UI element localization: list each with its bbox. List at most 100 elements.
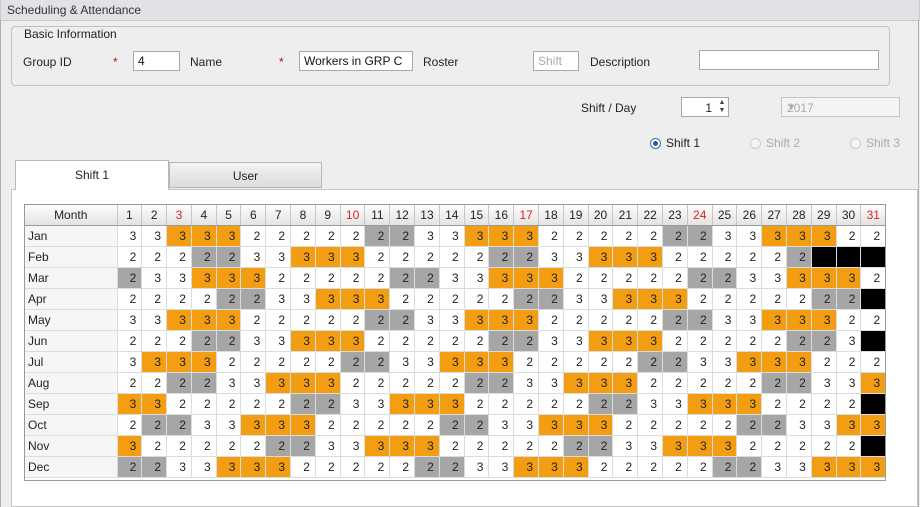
day-cell[interactable]: 3 [513, 456, 540, 478]
day-cell[interactable]: 2 [563, 225, 589, 247]
day-cell[interactable]: 3 [538, 414, 564, 436]
day-cell[interactable]: 3 [538, 267, 564, 289]
day-cell[interactable]: 3 [761, 456, 788, 478]
day-cell[interactable]: 3 [637, 330, 664, 352]
day-cell[interactable]: 2 [141, 288, 168, 310]
day-cell[interactable]: 2 [811, 330, 837, 352]
day-cell[interactable]: 3 [464, 225, 490, 247]
shift-per-day-stepper[interactable]: 1 ▲ ▼ [681, 97, 729, 117]
day-cell[interactable]: 3 [439, 393, 465, 415]
day-cell[interactable]: 2 [662, 456, 688, 478]
day-cell[interactable]: 2 [811, 393, 837, 415]
day-column-header[interactable]: 2 [141, 205, 168, 226]
day-cell[interactable]: 3 [290, 330, 316, 352]
day-cell[interactable]: 2 [786, 330, 812, 352]
day-cell[interactable]: 3 [513, 309, 540, 331]
day-cell[interactable]: 3 [612, 372, 639, 394]
day-cell[interactable]: 2 [464, 393, 490, 415]
day-cell[interactable]: 3 [414, 435, 440, 457]
day-cell[interactable]: 2 [315, 456, 341, 478]
day-cell[interactable]: 3 [488, 456, 515, 478]
day-cell[interactable]: 3 [265, 414, 292, 436]
day-cell[interactable]: 2 [538, 288, 564, 310]
day-cell[interactable]: 3 [811, 267, 837, 289]
day-cell[interactable]: 3 [141, 225, 168, 247]
day-cell[interactable]: 3 [811, 414, 837, 436]
day-cell[interactable]: 2 [265, 351, 292, 373]
day-cell[interactable]: 3 [761, 225, 788, 247]
day-cell[interactable]: 2 [860, 267, 885, 289]
day-cell[interactable]: 2 [588, 393, 614, 415]
day-cell[interactable]: 3 [588, 414, 614, 436]
day-cell[interactable]: 3 [191, 267, 217, 289]
day-cell[interactable]: 2 [141, 435, 168, 457]
day-cell[interactable]: 2 [290, 456, 316, 478]
day-column-header[interactable]: 23 [662, 205, 688, 226]
day-cell[interactable]: 3 [488, 309, 515, 331]
day-cell[interactable]: 2 [836, 351, 862, 373]
day-cell[interactable]: 3 [290, 246, 316, 268]
day-cell[interactable]: 2 [712, 372, 738, 394]
day-cell[interactable]: 2 [191, 330, 217, 352]
day-cell[interactable]: 3 [513, 225, 540, 247]
day-cell[interactable]: 2 [117, 456, 143, 478]
day-cell[interactable]: 2 [364, 330, 391, 352]
day-column-header[interactable]: 12 [389, 205, 416, 226]
day-cell[interactable]: 3 [811, 372, 837, 394]
day-cell[interactable]: 2 [364, 372, 391, 394]
day-cell[interactable]: 2 [464, 246, 490, 268]
day-cell[interactable]: 2 [588, 225, 614, 247]
day-cell[interactable]: 2 [588, 435, 614, 457]
day-cell[interactable]: 2 [488, 435, 515, 457]
day-cell[interactable] [811, 246, 837, 268]
day-cell[interactable]: 2 [389, 414, 416, 436]
day-cell[interactable]: 2 [117, 288, 143, 310]
shift-3-radio[interactable]: Shift 3 [850, 136, 900, 150]
day-cell[interactable]: 3 [364, 288, 391, 310]
day-cell[interactable]: 2 [637, 225, 664, 247]
day-cell[interactable]: 3 [265, 330, 292, 352]
day-cell[interactable]: 3 [687, 435, 713, 457]
day-cell[interactable]: 2 [240, 351, 267, 373]
day-cell[interactable]: 2 [538, 393, 564, 415]
day-column-header[interactable]: 28 [786, 205, 812, 226]
day-cell[interactable]: 2 [141, 414, 168, 436]
day-cell[interactable]: 3 [265, 288, 292, 310]
day-cell[interactable]: 3 [712, 393, 738, 415]
day-cell[interactable]: 2 [414, 456, 440, 478]
day-column-header[interactable]: 22 [637, 205, 664, 226]
day-cell[interactable]: 2 [364, 414, 391, 436]
day-cell[interactable]: 2 [364, 309, 391, 331]
day-cell[interactable]: 2 [117, 414, 143, 436]
day-cell[interactable]: 2 [860, 225, 885, 247]
day-cell[interactable]: 2 [315, 267, 341, 289]
day-column-header[interactable]: 29 [811, 205, 837, 226]
day-cell[interactable]: 3 [315, 372, 341, 394]
day-cell[interactable]: 2 [141, 246, 168, 268]
day-cell[interactable]: 2 [464, 435, 490, 457]
day-cell[interactable]: 2 [265, 267, 292, 289]
day-column-header[interactable]: 11 [364, 205, 391, 226]
day-cell[interactable]: 2 [786, 393, 812, 415]
day-cell[interactable]: 2 [687, 456, 713, 478]
day-cell[interactable]: 2 [439, 372, 465, 394]
day-cell[interactable]: 3 [836, 330, 862, 352]
day-cell[interactable]: 3 [364, 435, 391, 457]
day-cell[interactable]: 3 [265, 456, 292, 478]
day-cell[interactable]: 3 [191, 309, 217, 331]
day-column-header[interactable]: 26 [736, 205, 763, 226]
day-cell[interactable]: 2 [439, 414, 465, 436]
day-cell[interactable] [836, 246, 862, 268]
day-cell[interactable]: 3 [513, 414, 540, 436]
day-column-header[interactable]: 19 [563, 205, 589, 226]
day-cell[interactable]: 2 [389, 225, 416, 247]
day-column-header[interactable]: 4 [191, 205, 217, 226]
day-cell[interactable]: 3 [612, 435, 639, 457]
day-cell[interactable]: 2 [637, 267, 664, 289]
description-field[interactable] [699, 50, 879, 70]
day-cell[interactable]: 3 [340, 393, 366, 415]
day-cell[interactable]: 3 [191, 456, 217, 478]
day-cell[interactable]: 2 [166, 393, 192, 415]
day-cell[interactable]: 3 [141, 309, 168, 331]
day-cell[interactable]: 2 [538, 351, 564, 373]
